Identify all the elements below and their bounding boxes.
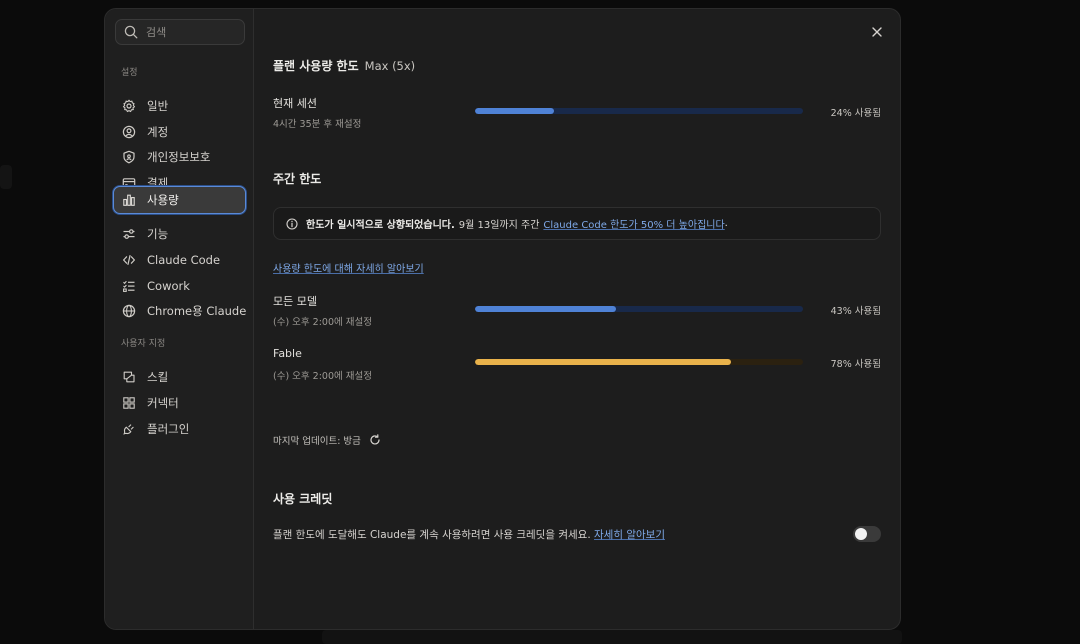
sidebar-item-features[interactable]: 기능 [113, 221, 246, 246]
current-session-percent: 24% 사용됨 [830, 108, 881, 119]
connector-icon [123, 396, 135, 409]
skill-icon [123, 371, 135, 382]
search-input[interactable] [146, 25, 236, 39]
fable-percent: 78% 사용됨 [830, 359, 881, 370]
limit-increase-notice: 한도가 일시적으로 상향되었습니다. 9월 13일까지 주간 Claude Co… [273, 207, 881, 240]
credits-toggle[interactable] [853, 526, 881, 542]
code-icon [123, 254, 135, 265]
settings-modal: 설정 일반 계정 개인정보보호 [104, 8, 901, 630]
notice-bold: 한도가 일시적으로 상향되었습니다. [306, 220, 455, 231]
checklist-icon [123, 280, 135, 292]
search-icon [124, 25, 138, 39]
sidebar-item-label: Claude Code [147, 252, 221, 267]
sidebar-item-label: 커넥터 [147, 395, 179, 410]
sidebar-item-privacy[interactable]: 개인정보보호 [113, 144, 246, 169]
custom-section-label: 사용자 지정 [121, 339, 166, 349]
sidebar-item-label: 사용량 [147, 193, 179, 207]
progress-fill [475, 359, 731, 365]
sidebar-item-chrome[interactable]: Chrome용 Claude [113, 298, 246, 323]
settings-sidebar: 설정 일반 계정 개인정보보호 [105, 9, 254, 629]
sidebar-item-label: Cowork [147, 278, 190, 293]
sidebar-item-usage[interactable]: 사용량 [113, 186, 246, 214]
gear-icon [122, 99, 136, 112]
credits-learn-more-link[interactable]: 자세히 알아보기 [594, 529, 665, 541]
plan-name: Max (5x) [364, 59, 416, 73]
refresh-icon[interactable] [369, 434, 381, 446]
current-session-reset: 4시간 35분 후 재설정 [273, 119, 362, 130]
background-ghost [322, 630, 902, 644]
background-ghost [0, 165, 12, 189]
all-models-title: 모든 모델 [273, 295, 317, 308]
sidebar-item-skills[interactable]: 스킬 [113, 364, 246, 389]
sidebar-item-label: 플러그인 [147, 421, 190, 436]
sidebar-item-label: Chrome용 Claude [147, 303, 247, 318]
settings-section-label: 설정 [121, 68, 138, 78]
fable-title: Fable [273, 347, 302, 360]
user-circle-icon [122, 125, 136, 138]
close-button[interactable] [868, 23, 886, 41]
progress-fill [475, 108, 554, 114]
sidebar-item-general[interactable]: 일반 [113, 93, 246, 118]
sidebar-item-label: 계정 [147, 124, 169, 139]
sliders-icon [123, 228, 135, 239]
credits-heading: 사용 크레딧 [273, 492, 333, 506]
credits-description: 플랜 한도에 도달해도 Claude를 계속 사용하려면 사용 크레딧을 켜세요… [273, 527, 665, 542]
notice-end: . [724, 218, 728, 229]
notice-link[interactable]: Claude Code 한도가 50% 더 높아집니다 [543, 216, 724, 231]
sidebar-item-claude-code[interactable]: Claude Code [113, 247, 246, 272]
globe-icon [122, 304, 136, 317]
shield-icon [123, 150, 135, 163]
sidebar-item-cowork[interactable]: Cowork [113, 273, 246, 298]
progress-fill [475, 306, 617, 312]
sidebar-item-label: 스킬 [147, 369, 169, 384]
all-models-reset: (수) 오후 2:00에 재설정 [273, 317, 372, 328]
current-session-title: 현재 세션 [273, 97, 317, 110]
plan-limits-title: 플랜 사용량 한도 [273, 59, 359, 73]
close-icon [872, 27, 882, 37]
plan-limits-heading: 플랜 사용량 한도 Max (5x) [273, 57, 415, 74]
sidebar-item-connectors[interactable]: 커넥터 [113, 390, 246, 415]
sidebar-item-label: 일반 [147, 98, 169, 113]
last-update-text: 마지막 업데이트: 방금 [273, 436, 361, 447]
sidebar-item-label: 기능 [147, 226, 169, 241]
search-box[interactable] [115, 19, 245, 45]
fable-reset: (수) 오후 2:00에 재설정 [273, 371, 372, 382]
all-models-percent: 43% 사용됨 [830, 306, 881, 317]
sidebar-item-plugins[interactable]: 플러그인 [113, 416, 246, 441]
sidebar-item-account[interactable]: 계정 [113, 119, 246, 144]
credits-text: 플랜 한도에 도달해도 Claude를 계속 사용하려면 사용 크레딧을 켜세요… [273, 529, 591, 541]
toggle-knob [855, 528, 867, 540]
last-update: 마지막 업데이트: 방금 [273, 433, 381, 447]
current-session-progress [475, 108, 803, 114]
all-models-progress [475, 306, 803, 312]
bar-chart-icon [123, 194, 135, 206]
usage-content: 플랜 사용량 한도 Max (5x) 현재 세션 4시간 35분 후 재설정 24… [254, 9, 900, 629]
fable-progress [475, 359, 803, 365]
notice-text: 9월 13일까지 주간 [458, 220, 540, 231]
plugin-icon [123, 423, 134, 435]
sidebar-item-label: 개인정보보호 [147, 149, 211, 164]
weekly-limits-heading: 주간 한도 [273, 172, 322, 186]
learn-more-usage-link[interactable]: 사용량 한도에 대해 자세히 알아보기 [273, 260, 424, 275]
info-icon [286, 217, 298, 230]
